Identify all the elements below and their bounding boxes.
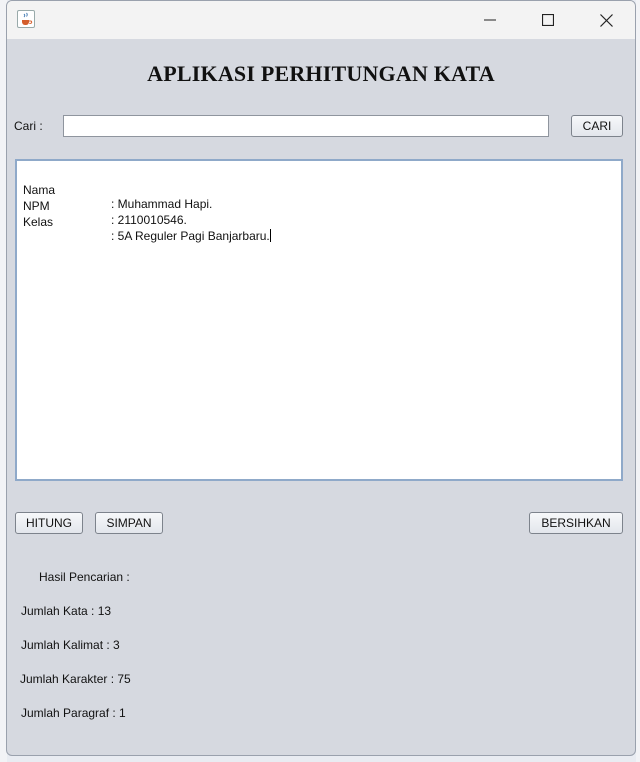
bersihkan-button[interactable]: BERSIHKAN bbox=[529, 512, 623, 534]
editor-line-text: : 5A Reguler Pagi Banjarbaru. bbox=[111, 229, 270, 243]
page-title: APLIKASI PERHITUNGAN KATA bbox=[147, 61, 495, 86]
editor-line-label: Kelas bbox=[23, 215, 54, 229]
search-label: Cari : bbox=[14, 119, 43, 133]
search-input[interactable] bbox=[63, 115, 549, 137]
minimize-button[interactable] bbox=[461, 1, 519, 39]
app-window: APLIKASI PERHITUNGAN KATA Cari : CARI Na… bbox=[6, 0, 636, 756]
sentence-count-label: Jumlah Kalimat : 3 bbox=[21, 638, 120, 652]
editor-line: Kelas : 5A Reguler Pagi Banjarbaru. bbox=[23, 201, 271, 257]
editor-line-value: : Muhammad Hapi. bbox=[111, 197, 213, 211]
search-button[interactable]: CARI bbox=[571, 115, 623, 137]
paragraph-count-label: Jumlah Paragraf : 1 bbox=[21, 706, 126, 720]
close-button[interactable] bbox=[577, 1, 635, 39]
hitung-button[interactable]: HITUNG bbox=[15, 512, 83, 534]
background-app-right-edge bbox=[636, 0, 640, 762]
character-count-label: Jumlah Karakter : 75 bbox=[20, 672, 131, 686]
editor-line-value: : 2110010546. bbox=[111, 213, 187, 227]
simpan-button[interactable]: SIMPAN bbox=[95, 512, 163, 534]
minimize-icon bbox=[484, 19, 496, 21]
text-caret bbox=[269, 229, 271, 242]
java-cup-icon[interactable] bbox=[17, 10, 35, 28]
close-icon bbox=[599, 13, 613, 27]
word-count-label: Jumlah Kata : 13 bbox=[21, 604, 112, 618]
text-editor[interactable]: Nama : Muhammad Hapi. NPM : 2110010546. … bbox=[15, 159, 623, 481]
maximize-icon bbox=[542, 14, 554, 26]
title-bar[interactable] bbox=[7, 1, 635, 39]
editor-line-value: : 5A Reguler Pagi Banjarbaru. bbox=[111, 229, 271, 243]
search-result-label: Hasil Pencarian : bbox=[39, 570, 130, 584]
maximize-button[interactable] bbox=[519, 1, 577, 39]
